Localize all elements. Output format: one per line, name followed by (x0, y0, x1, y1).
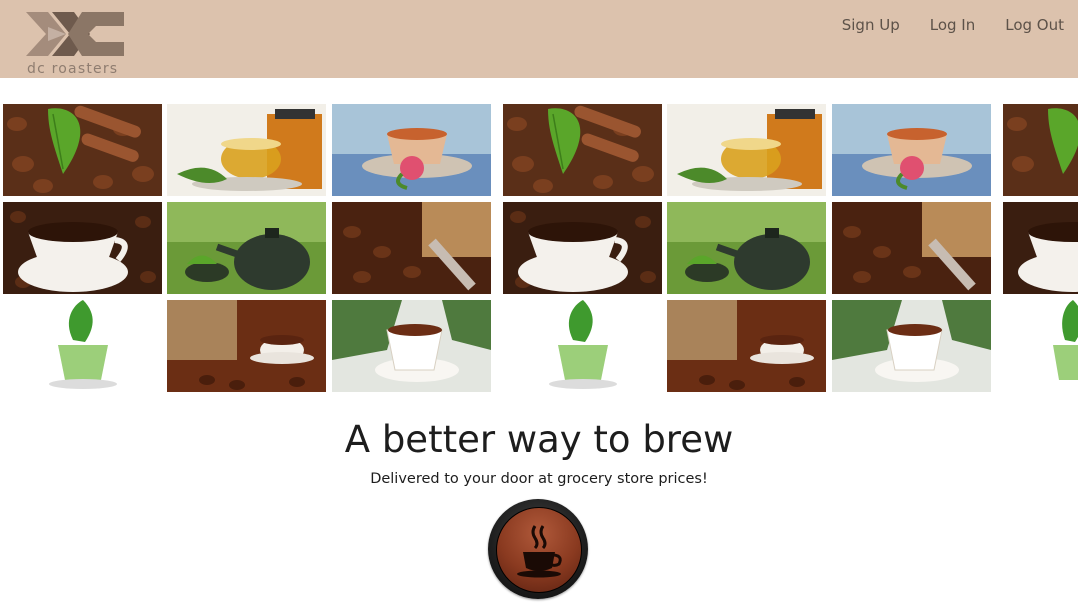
hero-title: A better way to brew (344, 418, 734, 461)
white-coffee-cup-image (332, 300, 491, 392)
coffee-cup-beans-image (3, 202, 162, 294)
coffee-sack-scoop-image (832, 202, 991, 294)
log-in-link[interactable]: Log In (930, 16, 976, 34)
tea-glass-pot-image (167, 104, 326, 196)
green-tea-leaf-cup-image (3, 300, 162, 392)
coffee-sack-cup-image (167, 300, 326, 392)
coffee-cup-beans-image (1003, 202, 1078, 294)
brew-button[interactable] (488, 499, 588, 599)
site-header: dc roasters Sign Up Log In Log Out (0, 0, 1078, 78)
teacup-rose-image (332, 104, 491, 196)
teacup-rose-image (832, 104, 991, 196)
logo-mark-icon (26, 12, 124, 56)
main-nav: Sign Up Log In Log Out (812, 16, 1064, 34)
green-teapot-image (667, 202, 826, 294)
coffee-sack-cup-image (667, 300, 826, 392)
logo-text: dc roasters (27, 61, 119, 77)
sign-up-link[interactable]: Sign Up (842, 16, 900, 34)
dc-roasters-logo[interactable]: dc roasters (26, 12, 126, 77)
coffee-cup-beans-image (503, 202, 662, 294)
image-gallery (0, 104, 1078, 398)
cinnamon-beans-leaf-image (1003, 104, 1078, 196)
cinnamon-beans-leaf-image (503, 104, 662, 196)
green-tea-leaf-cup-image (1003, 300, 1078, 392)
log-out-link[interactable]: Log Out (1005, 16, 1064, 34)
coffee-cup-icon (517, 525, 562, 578)
green-teapot-image (167, 202, 326, 294)
hero-subtitle: Delivered to your door at grocery store … (370, 471, 708, 487)
tea-glass-pot-image (667, 104, 826, 196)
white-coffee-cup-image (832, 300, 991, 392)
cinnamon-beans-leaf-image (3, 104, 162, 196)
coffee-sack-scoop-image (332, 202, 491, 294)
brew-button-face (496, 507, 582, 593)
green-tea-leaf-cup-image (503, 300, 662, 392)
